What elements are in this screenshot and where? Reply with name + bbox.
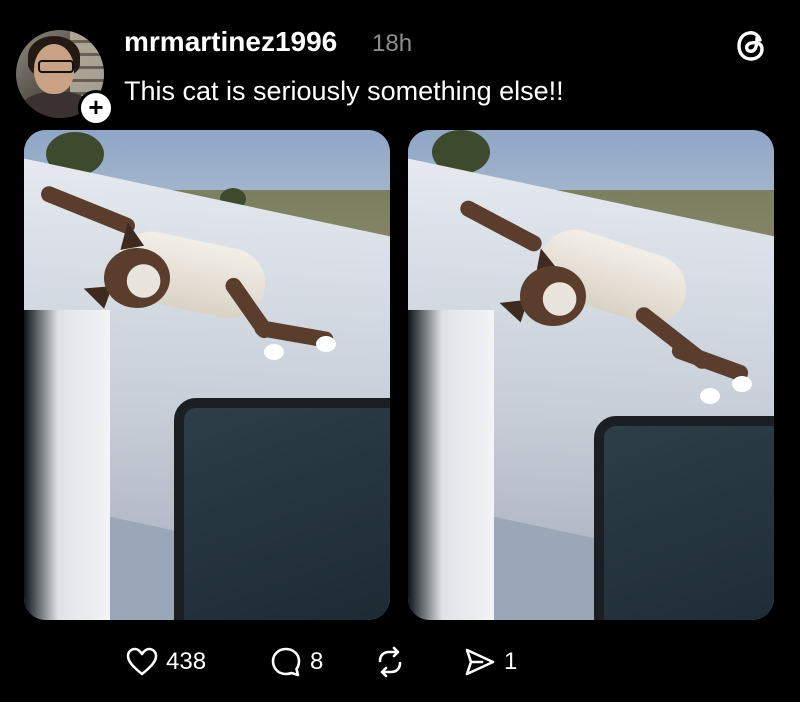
like-count: 438 [166, 648, 207, 675]
post-image-2[interactable] [408, 130, 774, 620]
threads-logo-icon[interactable] [732, 26, 772, 66]
cat-paw [264, 344, 284, 360]
cat-paw [732, 376, 752, 392]
cat-ear [115, 220, 145, 250]
send-icon [465, 648, 495, 676]
cat-paw [316, 336, 336, 352]
share-button[interactable]: 1 [462, 644, 517, 680]
comment-bubble-icon [271, 647, 301, 677]
cat-head [520, 266, 586, 326]
reply-count: 8 [310, 648, 324, 675]
share-count: 1 [504, 648, 518, 675]
heart-icon [126, 647, 158, 676]
username[interactable]: mrmartinez1996 [124, 26, 337, 58]
post-actions: 438 8 1 [0, 640, 800, 690]
cat-paw [700, 388, 720, 404]
repost-button[interactable] [372, 644, 414, 680]
avatar-glasses [38, 60, 74, 73]
follow-plus-button[interactable]: + [78, 90, 114, 126]
car-windshield [174, 398, 390, 620]
cat-head [104, 248, 170, 308]
like-button[interactable]: 438 [124, 644, 206, 680]
post-image-1[interactable] [24, 130, 390, 620]
reply-button[interactable]: 8 [268, 644, 323, 680]
car-windshield [594, 416, 774, 620]
car-pillar [24, 310, 110, 620]
post-timestamp: 18h [372, 30, 413, 57]
car-pillar [408, 310, 494, 620]
repost-icon [378, 646, 402, 678]
post-text: This cat is seriously something else!! [124, 76, 564, 106]
